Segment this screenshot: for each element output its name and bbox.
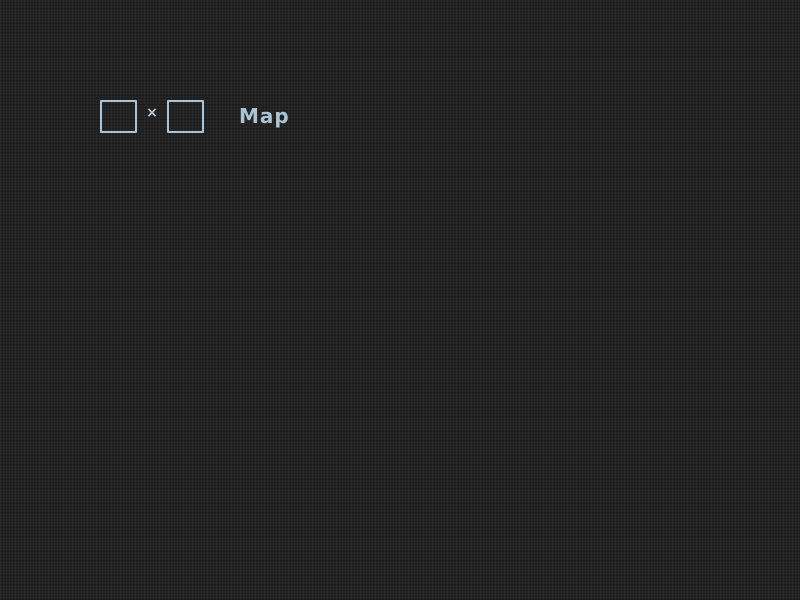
map-size-form: × Map — [100, 100, 290, 133]
height-input[interactable] — [167, 100, 204, 133]
width-input[interactable] — [100, 100, 137, 133]
times-separator: × — [146, 105, 158, 121]
map-button[interactable]: Map — [239, 104, 290, 130]
